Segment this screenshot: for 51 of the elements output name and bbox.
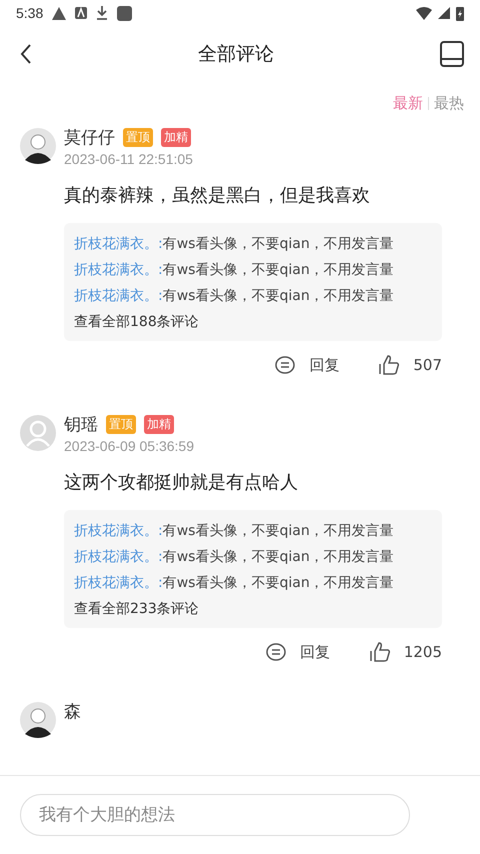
badge: 置顶 xyxy=(106,414,136,434)
avatar xyxy=(20,415,56,451)
sort-tab[interactable]: 最新 xyxy=(391,94,425,112)
badge: 置顶 xyxy=(123,128,153,146)
view-all-link[interactable]: 查看全部233条评论 xyxy=(74,600,432,618)
avatar xyxy=(20,702,56,738)
thumbs-up-icon xyxy=(370,642,390,662)
view-all-link[interactable]: 查看全部188条评论 xyxy=(74,313,432,331)
avatar xyxy=(20,128,56,164)
battery-icon xyxy=(456,6,464,20)
book-icon xyxy=(440,41,464,67)
status-time: 5:38 xyxy=(16,5,44,21)
wifi-icon xyxy=(416,6,432,20)
comment-icon xyxy=(275,356,296,374)
reply-author[interactable]: 折枝花满衣。: xyxy=(74,288,163,304)
reply-button[interactable]: 回复 xyxy=(266,642,330,662)
comment-date: 2023-06-09 05:36:59 xyxy=(64,438,195,454)
warning-icon xyxy=(52,6,66,20)
signal-icon xyxy=(438,7,450,19)
page-title: 全部评论 xyxy=(198,42,274,67)
badge: 加精 xyxy=(144,414,174,434)
comment-text: 这两个攻都挺帅就是有点哈人 xyxy=(64,471,299,494)
like-button[interactable]: 1205 xyxy=(370,642,442,662)
reply-author[interactable]: 折枝花满衣。: xyxy=(74,262,163,278)
badge: 加精 xyxy=(161,128,191,146)
reply-author[interactable]: 折枝花满衣。: xyxy=(74,575,163,591)
reply-author[interactable]: 折枝花满衣。: xyxy=(74,549,163,565)
comment-field[interactable]: 我有个大胆的想法 xyxy=(20,794,410,836)
comment-date: 2023-06-11 22:51:05 xyxy=(64,151,194,167)
square-icon xyxy=(117,6,132,20)
user-name: 钥瑶 xyxy=(64,414,98,436)
reply-author[interactable]: 折枝花满衣。: xyxy=(74,523,163,539)
comment-icon xyxy=(266,643,286,661)
app-icon xyxy=(75,7,88,19)
like-button[interactable]: 507 xyxy=(379,355,442,375)
reply-text: 有ws看头像，不要qian，不用发言量 xyxy=(162,236,394,252)
sort-tab[interactable]: 最热 xyxy=(432,94,466,112)
comment-text: 真的泰裤辣，虽然是黑白，但是我喜欢 xyxy=(64,184,371,207)
back-icon xyxy=(20,44,32,64)
user-name: 森 xyxy=(64,700,81,722)
thumbs-up-icon xyxy=(379,355,400,375)
book-button[interactable] xyxy=(438,39,466,69)
reply-text: 有ws看头像，不要qian，不用发言量 xyxy=(162,575,394,591)
reply-text: 有ws看头像，不要qian，不用发言量 xyxy=(162,288,394,304)
download-icon xyxy=(96,6,108,20)
reply-text: 有ws看头像，不要qian，不用发言量 xyxy=(162,523,394,539)
user-name: 莫仔仔 xyxy=(64,126,115,148)
reply-button[interactable]: 回复 xyxy=(275,355,340,375)
reply-text: 有ws看头像，不要qian，不用发言量 xyxy=(162,262,394,278)
reply-author[interactable]: 折枝花满衣。: xyxy=(74,236,163,252)
reply-text: 有ws看头像，不要qian，不用发言量 xyxy=(162,549,394,565)
